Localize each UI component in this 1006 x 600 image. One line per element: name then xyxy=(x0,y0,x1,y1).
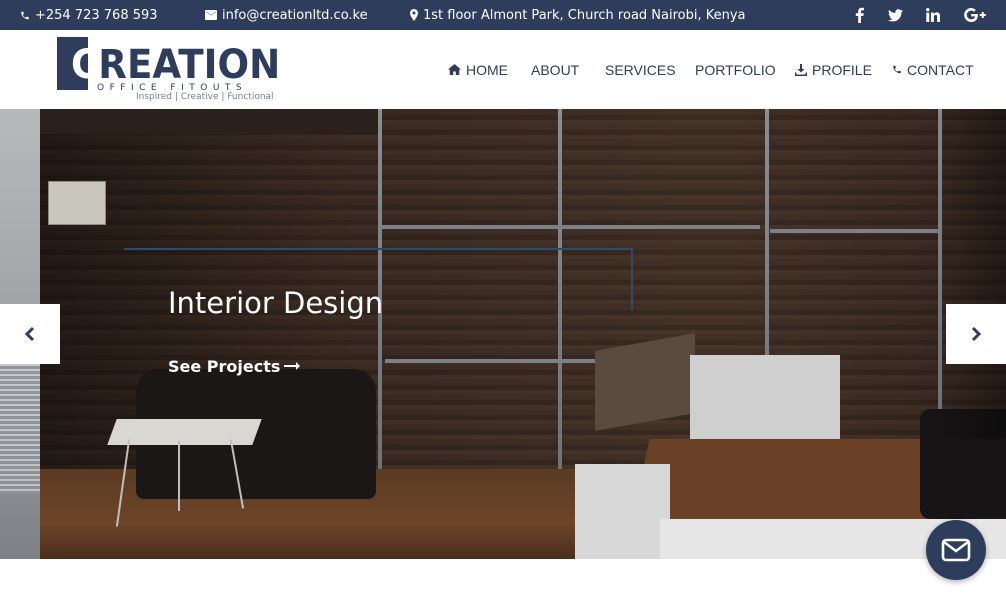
google-plus-icon xyxy=(964,8,986,22)
nav-portfolio[interactable]: PORTFOLIO xyxy=(695,30,776,109)
nav-profile-label: PROFILE xyxy=(812,61,872,78)
envelope-icon xyxy=(205,10,217,20)
logo-tagline: Inspired | Creative | Functional xyxy=(136,92,274,102)
phone-number: +254 723 768 593 xyxy=(35,7,158,23)
twitter-link[interactable] xyxy=(883,0,907,30)
wall-trim xyxy=(558,109,562,529)
long-arrow-right-icon xyxy=(284,362,301,370)
email-contact[interactable]: info@creationltd.co.ke xyxy=(205,0,368,30)
side-table xyxy=(107,419,262,445)
download-icon xyxy=(795,63,807,76)
top-bar: +254 723 768 593 info@creationltd.co.ke … xyxy=(0,0,1006,30)
home-icon xyxy=(448,64,461,75)
map-marker-icon xyxy=(410,9,418,21)
phone-icon xyxy=(21,11,29,19)
wall-trim xyxy=(385,359,595,363)
linkedin-icon xyxy=(926,8,940,22)
site-header: CREATION OFFICE FITOUTS Inspired | Creat… xyxy=(0,30,1006,109)
nav-home-label: HOME xyxy=(466,61,508,78)
hero-slider xyxy=(0,109,1006,559)
edge-shadow xyxy=(930,109,1006,439)
facebook-icon xyxy=(855,7,864,23)
see-projects-link[interactable]: See Projects xyxy=(168,355,301,377)
wall-trim xyxy=(380,225,760,229)
email-address: info@creationltd.co.ke xyxy=(222,7,368,23)
address-text: 1st floor Almont Park, Church road Nairo… xyxy=(423,7,746,23)
nav-home[interactable]: HOME xyxy=(448,30,508,109)
nav-portfolio-label: PORTFOLIO xyxy=(695,61,776,78)
nav-contact[interactable]: CONTACT xyxy=(892,30,974,109)
ceiling-shadow xyxy=(40,109,380,134)
nav-services-label: SERVICES xyxy=(605,61,676,78)
title-accent-line xyxy=(124,248,633,250)
creation-logo[interactable]: CREATION OFFICE FITOUTS Inspired | Creat… xyxy=(57,37,280,103)
phone-contact[interactable]: +254 723 768 593 xyxy=(20,0,158,30)
title-accent-line xyxy=(631,248,633,310)
nav-profile[interactable]: PROFILE xyxy=(795,30,872,109)
slide-title: Interior Design xyxy=(168,286,384,320)
reception-desk-front xyxy=(575,464,670,559)
address-info: 1st floor Almont Park, Church road Nairo… xyxy=(410,0,746,30)
nav-about-label: ABOUT xyxy=(531,61,580,78)
message-button[interactable] xyxy=(926,520,986,580)
chevron-right-icon xyxy=(971,326,982,342)
chevron-left-icon xyxy=(24,326,35,342)
google-plus-link[interactable] xyxy=(963,0,987,30)
see-projects-label: See Projects xyxy=(168,356,281,376)
facebook-link[interactable] xyxy=(847,0,871,30)
next-slide-button[interactable] xyxy=(946,304,1006,364)
nav-contact-label: CONTACT xyxy=(907,61,974,78)
envelope-icon xyxy=(941,538,971,562)
phone-icon xyxy=(893,65,901,74)
wall-panel xyxy=(48,181,106,225)
reception-counter xyxy=(690,355,840,445)
nav-about[interactable]: ABOUT xyxy=(531,30,579,109)
previous-slide-button[interactable] xyxy=(0,304,60,364)
linkedin-link[interactable] xyxy=(921,0,945,30)
twitter-icon xyxy=(887,8,903,21)
wall-trim xyxy=(770,229,940,233)
nav-services[interactable]: SERVICES xyxy=(605,30,676,109)
table-leg xyxy=(178,441,180,511)
